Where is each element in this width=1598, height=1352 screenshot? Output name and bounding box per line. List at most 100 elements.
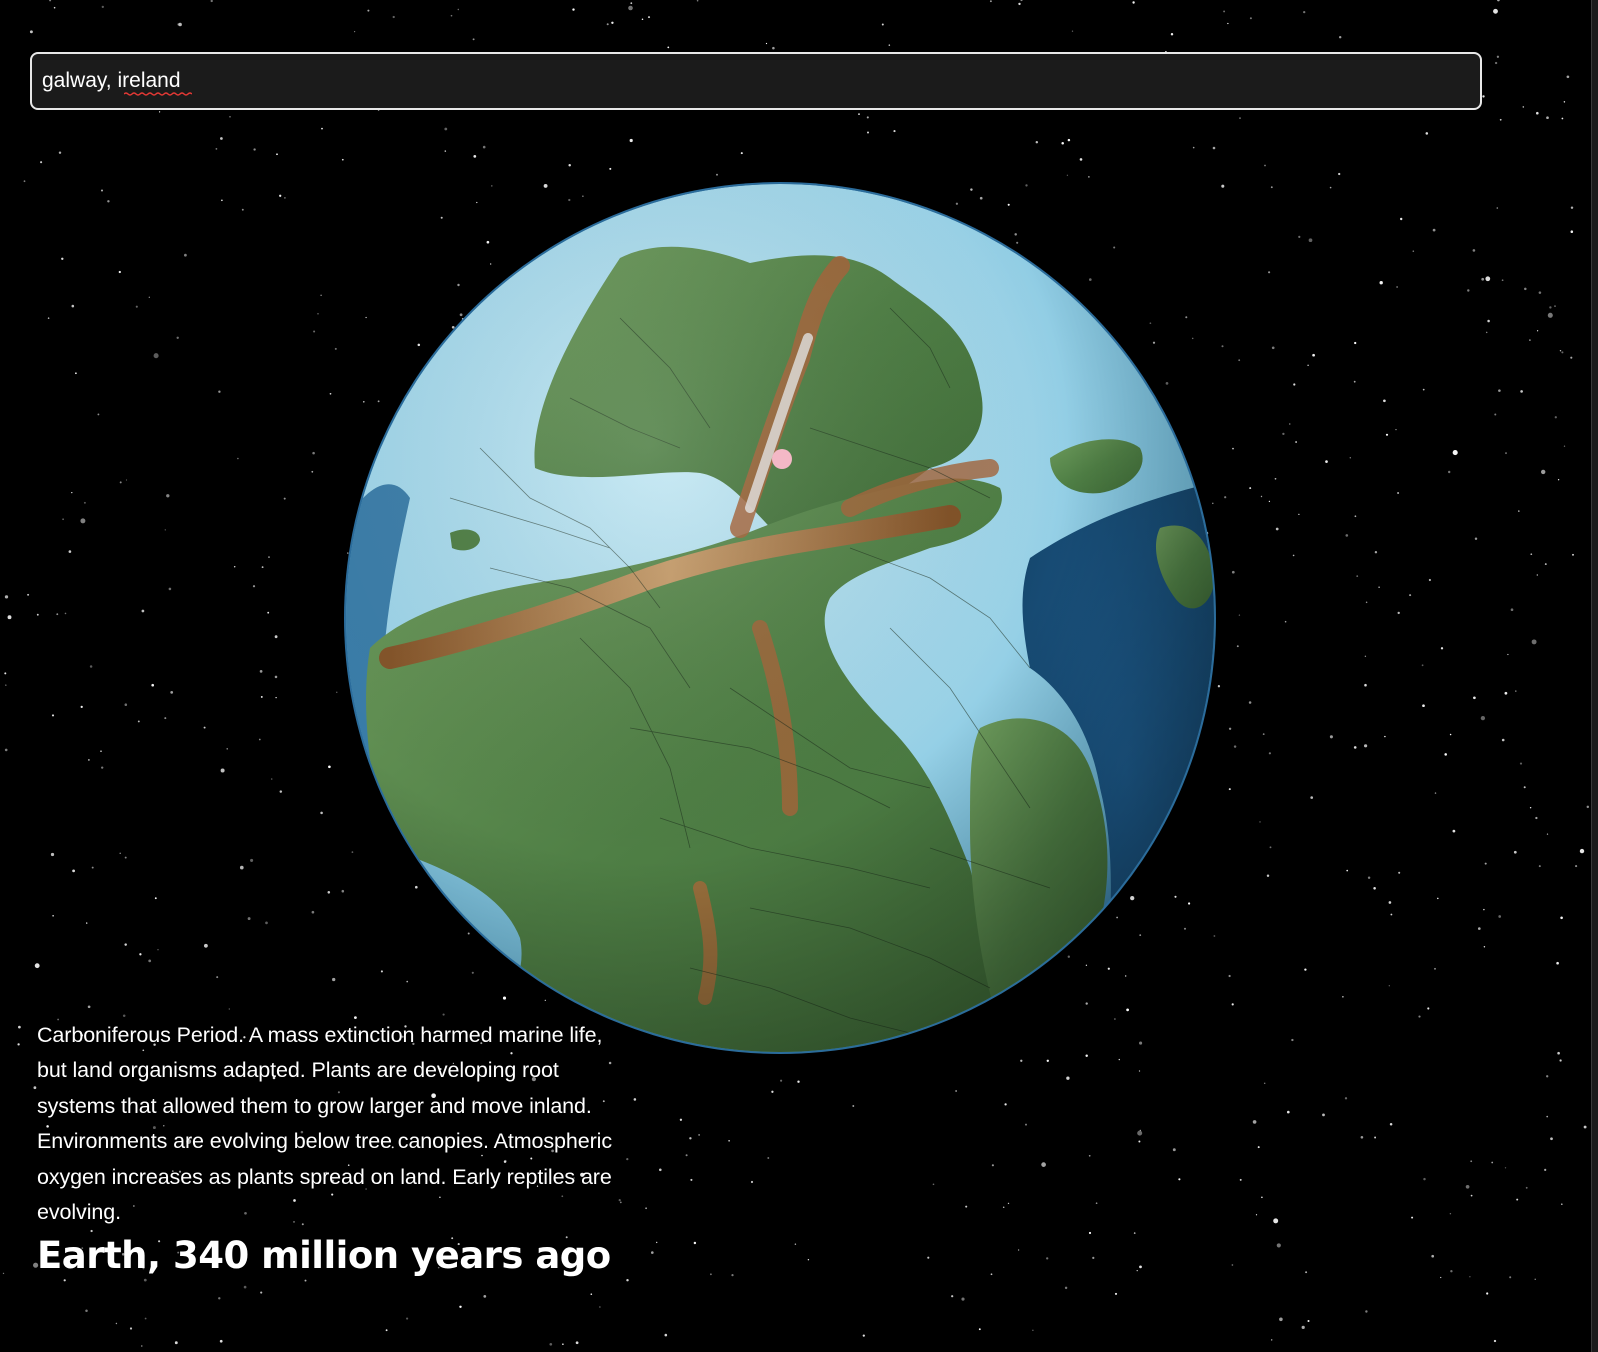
star [664, 1333, 668, 1337]
star [62, 518, 64, 521]
star [1092, 1256, 1095, 1260]
paleo-globe[interactable] [330, 168, 1230, 1068]
star [1485, 331, 1488, 334]
star [1064, 1286, 1068, 1290]
star [1270, 186, 1273, 189]
star [1477, 927, 1481, 930]
star [1557, 479, 1560, 481]
star [1231, 570, 1235, 574]
star [1586, 805, 1590, 809]
star [1305, 1271, 1308, 1274]
star [219, 1339, 223, 1343]
star [797, 1080, 800, 1083]
star [641, 18, 644, 21]
star [268, 556, 270, 558]
star [1473, 696, 1476, 700]
star [1383, 399, 1386, 403]
star [1364, 744, 1368, 748]
star [1338, 172, 1341, 176]
star [794, 1243, 797, 1245]
star [89, 665, 93, 668]
star [1345, 534, 1349, 537]
star [1373, 887, 1376, 890]
star [1422, 388, 1425, 391]
star [1007, 1202, 1010, 1205]
star [1032, 1329, 1034, 1331]
star [313, 330, 316, 333]
star [1515, 690, 1517, 692]
star [444, 127, 448, 131]
star [740, 152, 743, 155]
star [1291, 1038, 1294, 1042]
star [1259, 821, 1261, 823]
star [124, 856, 127, 859]
star [1428, 578, 1431, 582]
star [1395, 428, 1397, 431]
star [1002, 1206, 1005, 1209]
star [119, 852, 121, 855]
space-background: Carboniferous Period. A mass extinction … [0, 0, 1598, 1352]
star [164, 717, 167, 720]
star [1310, 796, 1314, 799]
star [575, 1341, 579, 1345]
star [1035, 140, 1039, 144]
star [311, 910, 315, 914]
star [1469, 1276, 1471, 1278]
star [731, 1273, 734, 1277]
location-marker[interactable] [772, 449, 792, 469]
star [693, 1241, 697, 1245]
star [23, 180, 26, 183]
star [1353, 380, 1356, 383]
star [274, 675, 278, 679]
star [1264, 164, 1266, 167]
star [1509, 1276, 1512, 1279]
star [1448, 470, 1451, 474]
star [61, 257, 64, 260]
star [549, 1342, 553, 1346]
star [728, 1140, 730, 1142]
star [1496, 207, 1499, 209]
star [1505, 452, 1507, 455]
star [1079, 158, 1083, 161]
star [101, 5, 104, 9]
globe-shading [346, 184, 1214, 1052]
star [71, 491, 73, 494]
star [1249, 17, 1252, 20]
star [1507, 653, 1509, 656]
star [321, 127, 323, 130]
age-title: Earth, 340 million years ago [37, 1234, 611, 1277]
location-search-input[interactable] [30, 52, 1482, 110]
star [1432, 228, 1436, 232]
star [119, 481, 122, 484]
star [1418, 1015, 1421, 1018]
star [1041, 1162, 1046, 1167]
star [1178, 1178, 1181, 1181]
star [1434, 967, 1436, 970]
star [1307, 1319, 1310, 1323]
star [58, 151, 62, 154]
star [1268, 271, 1271, 274]
star [88, 759, 90, 761]
star [1481, 277, 1485, 281]
star [1561, 351, 1564, 354]
star [1474, 537, 1478, 541]
star [771, 1090, 774, 1093]
star [1132, 1, 1135, 4]
star [1550, 1137, 1553, 1141]
star [1329, 735, 1333, 739]
star [85, 1309, 88, 1313]
star [2, 1272, 5, 1275]
star [1268, 500, 1271, 503]
star [1374, 1136, 1377, 1139]
star [392, 15, 395, 19]
star [1483, 946, 1486, 948]
star [71, 304, 75, 308]
star [154, 897, 157, 900]
star [1444, 753, 1447, 756]
star [1266, 874, 1270, 878]
star [151, 683, 155, 687]
star [1440, 647, 1444, 650]
star [124, 703, 128, 706]
star [1378, 586, 1380, 588]
star [166, 494, 170, 498]
